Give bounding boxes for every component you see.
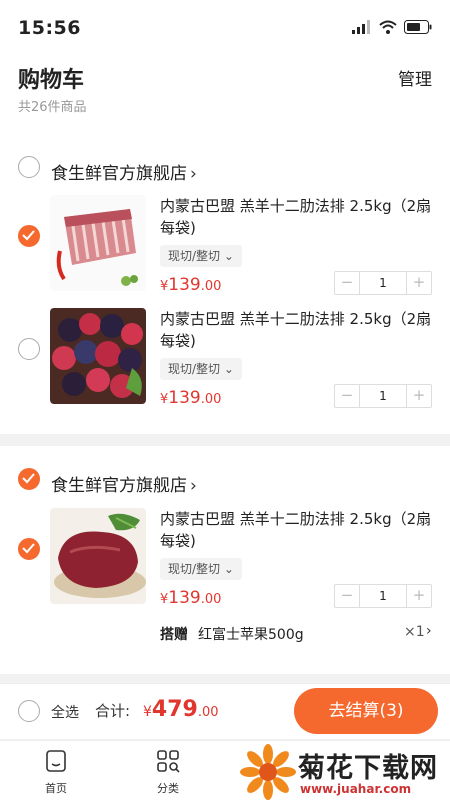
price-integer: 139 (168, 275, 201, 295)
status-time: 15:56 (18, 17, 81, 39)
wifi-icon (379, 20, 397, 34)
chevron-down-icon: ⌄ (223, 562, 234, 576)
chevron-down-icon: ⌄ (223, 249, 234, 263)
total-price: ¥479.00 (143, 697, 219, 722)
store-name-link[interactable]: 食生鲜官方旗舰店 › (51, 159, 197, 184)
category-icon (157, 750, 180, 773)
tab-home[interactable]: 首页 (26, 749, 86, 796)
price-integer: 139 (168, 388, 201, 408)
check-icon (22, 473, 35, 484)
tab-category[interactable]: 分类 (138, 749, 198, 796)
product-price: ¥139.00 (160, 388, 221, 408)
store-header[interactable]: 食生鲜官方旗舰店 › (0, 134, 450, 194)
item-checkbox[interactable] (18, 538, 40, 560)
item-checkbox[interactable] (18, 225, 40, 247)
store-card: 食生鲜官方旗舰店 › 内蒙古巴盟 羔羊十二肋法排 2.5kg（2扇每袋) 现切/整… (0, 134, 450, 434)
spec-selector[interactable]: 现切/整切 ⌄ (160, 358, 242, 380)
store-checkbox[interactable] (18, 156, 40, 178)
increase-button[interactable]: + (407, 385, 431, 407)
quantity-stepper: − 1 + (334, 271, 432, 295)
page-title: 购物车 (18, 68, 85, 93)
product-image-lamb-ribs[interactable] (50, 195, 146, 291)
tab-category-label: 分类 (157, 782, 179, 795)
gift-label: 搭赠 (160, 627, 188, 643)
store-name-link[interactable]: 食生鲜官方旗舰店 › (51, 471, 197, 496)
chrysanthemum-logo-icon (240, 744, 296, 800)
decrease-button[interactable]: − (335, 385, 359, 407)
price-integer: 139 (168, 588, 201, 608)
spec-text: 现切/整切 (168, 362, 221, 376)
store-name: 食生鲜官方旗舰店 (51, 476, 187, 496)
increase-button[interactable]: + (407, 585, 431, 607)
total-label: 合计: (95, 702, 131, 720)
product-title[interactable]: 内蒙古巴盟 羔羊十二肋法排 2.5kg（2扇每袋) (160, 195, 435, 239)
check-icon (22, 230, 35, 241)
quantity-value[interactable]: 1 (359, 272, 407, 294)
total-decimal: .00 (197, 705, 219, 720)
cart-item: 内蒙古巴盟 羔羊十二肋法排 2.5kg（2扇每袋) 现切/整切 ⌄ ¥139.0… (0, 508, 450, 618)
battery-icon (404, 20, 432, 34)
chevron-down-icon: ⌄ (223, 362, 234, 376)
watermark-text: 菊花下载网 (298, 753, 438, 784)
gift-qty: ×1 (404, 624, 425, 640)
quantity-value[interactable]: 1 (359, 385, 407, 407)
decrease-button[interactable]: − (335, 585, 359, 607)
store-name: 食生鲜官方旗舰店 (51, 164, 187, 184)
watermark: 菊花下载网 www.juahar.com (240, 744, 450, 800)
product-image-berries[interactable] (50, 308, 146, 404)
chevron-right-icon: › (190, 476, 197, 496)
tab-home-label: 首页 (45, 782, 67, 795)
product-image-beef[interactable] (50, 508, 146, 604)
quantity-value[interactable]: 1 (359, 585, 407, 607)
increase-button[interactable]: + (407, 272, 431, 294)
gift-row: 搭赠 红富士苹果500g ×1 › (160, 623, 435, 644)
check-icon (22, 543, 35, 554)
cart-item: 内蒙古巴盟 羔羊十二肋法排 2.5kg（2扇每袋) 现切/整切 ⌄ ¥139.0… (0, 308, 450, 418)
select-all-label[interactable]: 全选 (51, 702, 79, 722)
item-count: 共26件商品 (18, 100, 87, 115)
checkout-bar: 全选 合计: ¥479.00 去结算(3) (0, 683, 450, 739)
watermark-url: www.juahar.com (300, 782, 412, 796)
home-icon (46, 750, 66, 772)
status-bar: 15:56 (0, 0, 450, 56)
product-title[interactable]: 内蒙古巴盟 羔羊十二肋法排 2.5kg（2扇每袋) (160, 508, 435, 552)
price-decimal: .00 (200, 279, 222, 294)
quantity-stepper: − 1 + (334, 384, 432, 408)
product-price: ¥139.00 (160, 588, 221, 608)
signal-icon (352, 20, 370, 34)
manage-button[interactable]: 管理 (398, 65, 432, 90)
spec-selector[interactable]: 现切/整切 ⌄ (160, 558, 242, 580)
store-header[interactable]: 食生鲜官方旗舰店 › (0, 446, 450, 506)
chevron-right-icon: › (190, 164, 197, 184)
spec-selector[interactable]: 现切/整切 ⌄ (160, 245, 242, 267)
product-title[interactable]: 内蒙古巴盟 羔羊十二肋法排 2.5kg（2扇每袋) (160, 308, 435, 352)
page-header: 购物车 共26件商品 管理 (0, 56, 450, 134)
spec-text: 现切/整切 (168, 249, 221, 263)
total-integer: 479 (151, 697, 198, 722)
cart-item: 内蒙古巴盟 羔羊十二肋法排 2.5kg（2扇每袋) 现切/整切 ⌄ ¥139.0… (0, 195, 450, 305)
checkout-button[interactable]: 去结算(3) (294, 688, 438, 734)
spec-text: 现切/整切 (168, 562, 221, 576)
select-all-checkbox[interactable] (18, 700, 40, 722)
price-decimal: .00 (200, 592, 222, 607)
total-currency: ¥ (143, 704, 152, 720)
store-checkbox[interactable] (18, 468, 40, 490)
product-price: ¥139.00 (160, 275, 221, 295)
gift-name: 红富士苹果500g (198, 627, 304, 643)
chevron-right-icon[interactable]: › (426, 623, 432, 639)
quantity-stepper: − 1 + (334, 584, 432, 608)
price-decimal: .00 (200, 392, 222, 407)
item-checkbox[interactable] (18, 338, 40, 360)
decrease-button[interactable]: − (335, 272, 359, 294)
status-icons (352, 20, 432, 34)
